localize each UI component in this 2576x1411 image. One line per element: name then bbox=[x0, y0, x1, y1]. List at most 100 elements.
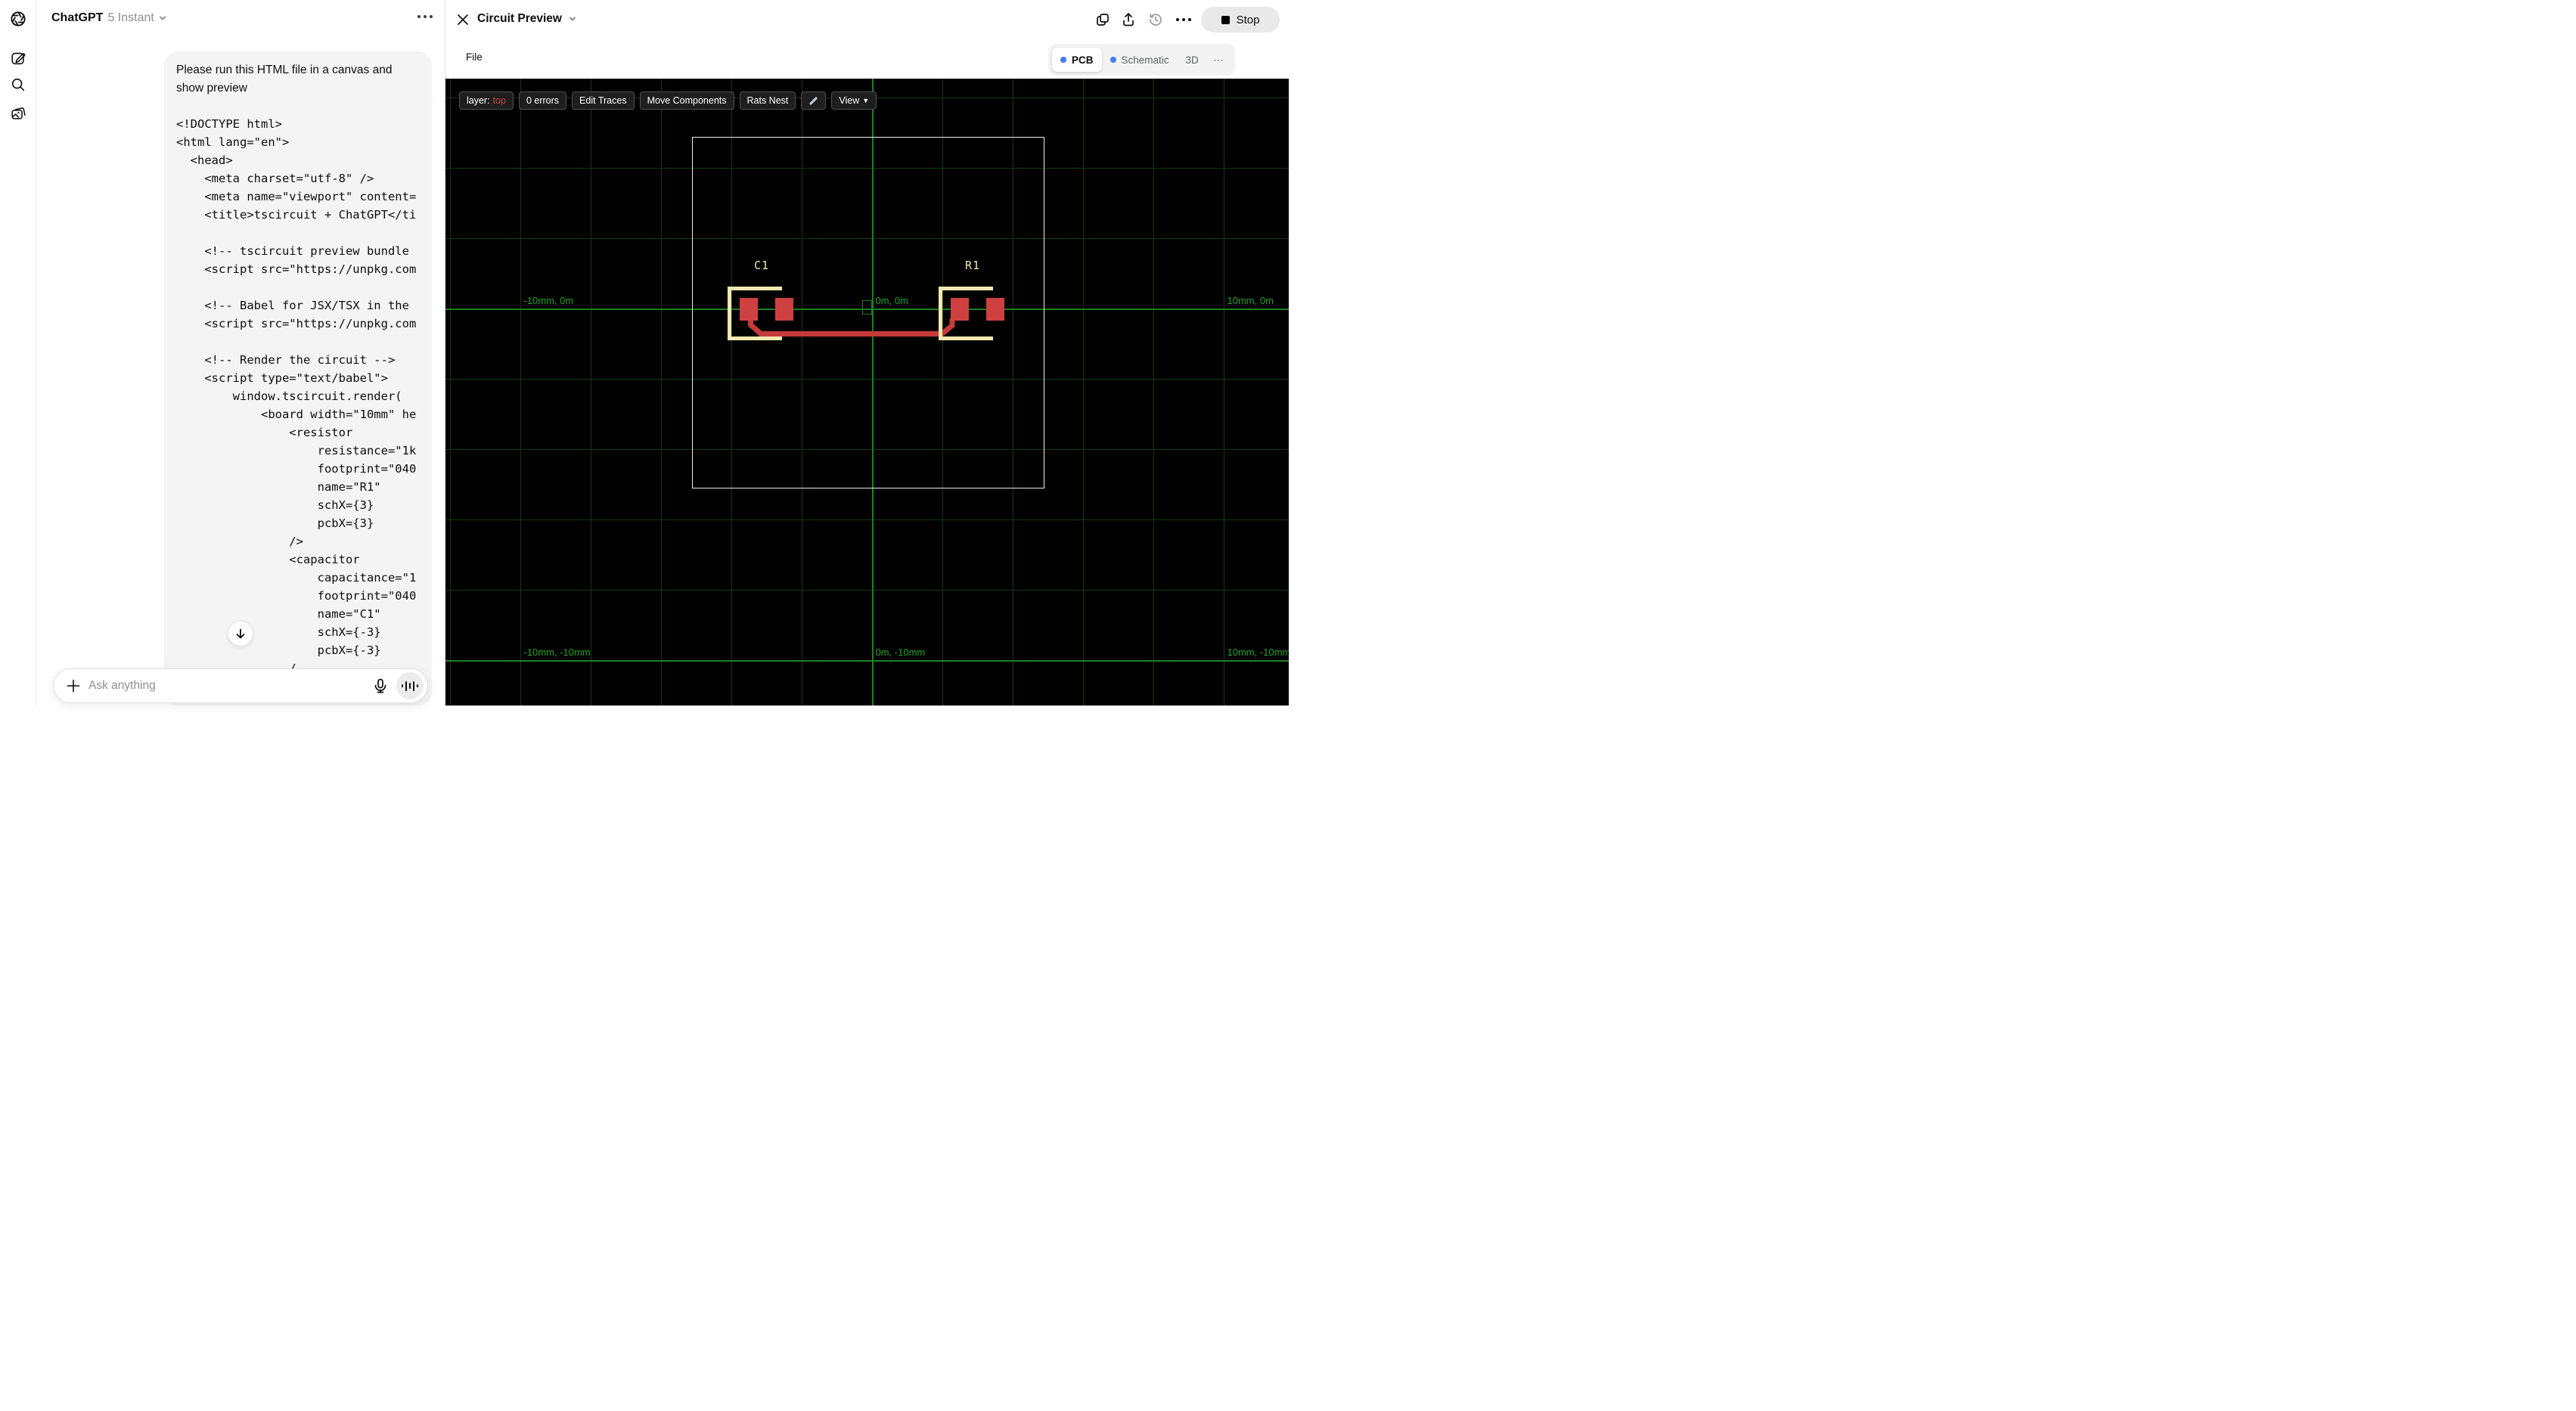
grid-label: 10mm, -10mm bbox=[1227, 646, 1290, 658]
model-switcher[interactable]: ChatGPT 5 Instant bbox=[51, 11, 166, 25]
code-line: <!-- Render the circuit --> bbox=[176, 353, 396, 367]
code-line: <title>tscircuit + ChatGPT</ti bbox=[176, 208, 417, 222]
code-line: pcbX={3} bbox=[176, 516, 374, 530]
code-line: pcbX={-3} bbox=[176, 643, 381, 657]
silkscreen-bar bbox=[728, 287, 731, 340]
code-line: <resistor bbox=[176, 426, 353, 439]
user-message-bubble: Please run this HTML file in a canvas an… bbox=[164, 51, 432, 706]
component-ref-label[interactable]: C1 bbox=[739, 259, 784, 272]
silkscreen-bar bbox=[939, 287, 942, 340]
caret-down-icon: ▼ bbox=[862, 97, 870, 104]
composer[interactable] bbox=[53, 668, 428, 703]
pcb-toolbar: layer: top 0 errors Edit Traces Move Com… bbox=[459, 91, 877, 110]
model-variant: 5 Instant bbox=[107, 11, 154, 24]
stop-label: Stop bbox=[1236, 13, 1260, 26]
pcb-trace bbox=[748, 318, 955, 336]
attach-plus-icon[interactable] bbox=[65, 678, 82, 694]
smd-pad bbox=[950, 298, 969, 321]
chat-header: ChatGPT 5 Instant bbox=[36, 0, 445, 39]
code-line: <script src="https://unpkg.com bbox=[176, 262, 417, 276]
code-line: <board width="10mm" he bbox=[176, 408, 417, 421]
code-line: <script type="text/babel"> bbox=[176, 371, 388, 385]
arrow-down-icon bbox=[236, 628, 245, 639]
schematic-dot-icon bbox=[1110, 57, 1116, 63]
rats-nest-button[interactable]: Rats Nest bbox=[739, 91, 796, 110]
code-line: <capacitor bbox=[176, 553, 360, 566]
smd-pad bbox=[774, 298, 793, 321]
more-options-icon[interactable] bbox=[1176, 18, 1191, 21]
code-line: footprint="040 bbox=[176, 589, 417, 603]
pcb-dot-icon bbox=[1060, 57, 1066, 63]
layer-button[interactable]: layer: top bbox=[459, 91, 514, 110]
code-line: schX={3} bbox=[176, 498, 374, 512]
code-line: name="R1" bbox=[176, 480, 381, 494]
smd-pad bbox=[739, 298, 758, 321]
tab-3d[interactable]: 3D bbox=[1178, 48, 1207, 72]
code-line: schX={-3} bbox=[176, 625, 381, 639]
code-line: footprint="040 bbox=[176, 462, 417, 476]
pencil-icon bbox=[809, 96, 818, 105]
view-mode-tabs: PCB Schematic 3D ⋯ bbox=[1048, 44, 1235, 76]
user-message-text: Please run this HTML file in a canvas an… bbox=[176, 64, 393, 95]
preview-subheader: File PCB Schematic 3D ⋯ bbox=[445, 39, 1288, 104]
history-icon[interactable] bbox=[1148, 12, 1163, 27]
file-menu[interactable]: File bbox=[466, 51, 483, 63]
conversation-options-button[interactable] bbox=[417, 15, 433, 18]
preview-header: Circuit Preview Stop bbox=[445, 0, 1288, 39]
code-line: /> bbox=[176, 535, 303, 548]
code-line: window.tscircuit.render( bbox=[176, 389, 402, 403]
search-icon[interactable] bbox=[10, 76, 26, 93]
grid-label: 10mm, 0m bbox=[1227, 294, 1274, 306]
new-chat-icon[interactable] bbox=[10, 50, 26, 67]
move-components-button[interactable]: Move Components bbox=[639, 91, 734, 110]
close-icon[interactable] bbox=[456, 13, 470, 26]
code-line: <!-- tscircuit preview bundle bbox=[176, 244, 409, 258]
tabs-more-icon[interactable]: ⋯ bbox=[1207, 54, 1231, 67]
code-line: <meta name="viewport" content= bbox=[176, 190, 417, 203]
code-line: capacitance="1 bbox=[176, 571, 417, 585]
code-line: <head> bbox=[176, 154, 233, 167]
scroll-to-bottom-button[interactable] bbox=[228, 621, 253, 647]
code-block: <!DOCTYPE html> <html lang="en"> <head> <… bbox=[176, 115, 420, 678]
canvas-preview-panel: Circuit Preview Stop File PCB Schematic … bbox=[445, 0, 1289, 706]
grid-label: -10mm, -10mm bbox=[523, 646, 591, 658]
chat-panel: ChatGPT 5 Instant Please run this HTML f… bbox=[36, 0, 445, 706]
code-line: name="C1" bbox=[176, 607, 381, 621]
chevron-down-icon bbox=[570, 17, 576, 21]
component-ref-label[interactable]: R1 bbox=[950, 259, 995, 272]
silkscreen-bar bbox=[939, 287, 993, 290]
silkscreen-bar bbox=[728, 336, 782, 340]
errors-button[interactable]: 0 errors bbox=[518, 91, 567, 110]
canvas-title-menu[interactable]: Circuit Preview bbox=[477, 12, 576, 26]
stop-button[interactable]: Stop bbox=[1201, 7, 1280, 33]
microphone-icon[interactable] bbox=[372, 678, 389, 694]
voice-mode-button[interactable] bbox=[396, 672, 424, 699]
code-line: <meta charset="utf-8" /> bbox=[176, 172, 374, 185]
origin-marker bbox=[862, 300, 872, 315]
share-icon[interactable] bbox=[1121, 12, 1136, 27]
edit-traces-button[interactable]: Edit Traces bbox=[572, 91, 635, 110]
tab-pcb[interactable]: PCB bbox=[1052, 48, 1102, 72]
message-input[interactable] bbox=[88, 679, 372, 693]
smd-pad bbox=[985, 298, 1004, 321]
canvas-title: Circuit Preview bbox=[477, 12, 562, 25]
copy-icon[interactable] bbox=[1095, 12, 1110, 27]
view-dropdown-button[interactable]: View ▼ bbox=[831, 91, 877, 110]
grid-label: 0m, -10mm bbox=[875, 646, 926, 658]
openai-logo-icon[interactable] bbox=[10, 11, 26, 27]
code-line: <!DOCTYPE html> bbox=[176, 117, 282, 131]
tab-schematic[interactable]: Schematic bbox=[1102, 48, 1178, 72]
grid-label: -10mm, 0m bbox=[523, 294, 574, 306]
app-sidebar bbox=[0, 0, 36, 706]
code-line: <html lang="en"> bbox=[176, 135, 290, 149]
app-title: ChatGPT bbox=[51, 11, 104, 24]
stop-square-icon bbox=[1221, 15, 1230, 24]
code-line: <!-- Babel for JSX/TSX in the bbox=[176, 299, 409, 312]
pcb-canvas[interactable]: C1 R1 -10mm, 0m 0m, 0m 10mm, 0m -10mm, -10mm… bbox=[445, 79, 1289, 706]
pencil-tool-button[interactable] bbox=[801, 91, 827, 110]
code-line: resistance="1k bbox=[176, 444, 417, 457]
library-icon[interactable] bbox=[10, 105, 26, 122]
